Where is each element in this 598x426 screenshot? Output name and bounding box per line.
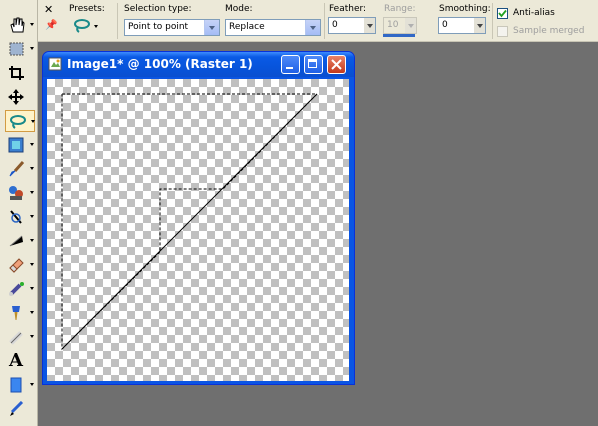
scratch-remover-tool[interactable] [5,206,35,228]
sample-merged-checkbox[interactable] [497,26,508,37]
close-icon [331,59,342,70]
clone-brush-tool[interactable] [5,182,35,204]
antialias-label: Anti-alias [513,8,555,18]
selection-icon [9,42,24,56]
sample-merged-label: Sample merged [513,26,585,36]
mode-value: Replace [229,22,265,32]
chevron-down-icon[interactable] [405,18,416,33]
image-canvas[interactable] [47,79,349,381]
magic-fill-icon [8,137,24,153]
paint-brush-icon [9,161,25,177]
crop-tool[interactable] [5,62,35,84]
presets-label: Presets: [69,4,105,14]
freehand-selection-icon [10,115,26,129]
selection-type-select[interactable]: Point to point [124,19,220,36]
retouch-icon [12,306,20,321]
text-icon: A [9,350,23,371]
selection-type-value: Point to point [128,22,189,32]
picture-tube-tool[interactable] [5,278,35,300]
dodge-tool[interactable] [5,230,35,252]
chevron-down-icon[interactable] [474,18,485,33]
move-tool[interactable] [5,86,35,108]
selection-type-label: Selection type: [124,4,192,14]
paint-brush-tool[interactable] [5,158,35,180]
freehand-selection-tool[interactable] [5,110,35,132]
pin-icon[interactable]: 📌 [45,20,57,31]
pan-icon [10,17,25,33]
chevron-down-icon[interactable] [305,20,320,35]
text-tool[interactable]: A [5,350,35,372]
preset-shape-tool[interactable] [5,374,35,396]
minimize-icon [286,67,293,69]
chevron-down-icon[interactable] [364,18,375,33]
close-button[interactable] [327,55,346,74]
scratch-remover-icon [10,210,22,224]
smoothing-field[interactable]: 0 [438,17,486,34]
diagonal-stroke [61,93,318,350]
chevron-down-icon [94,25,98,28]
presets-button[interactable] [73,18,101,36]
feather-label: Feather: [329,4,367,14]
clone-brush-icon [9,186,23,200]
close-palette-icon[interactable]: ✕ [44,3,53,16]
range-value: 10 [387,20,399,30]
pan-tool[interactable] [5,14,35,36]
antialias-checkbox[interactable] [497,8,508,19]
range-label: Range: [384,4,416,14]
smoothing-value: 0 [442,20,448,30]
dodge-icon [9,235,23,247]
pen-tool[interactable] [5,398,35,420]
smoothing-label: Smoothing: [439,4,491,14]
tools-palette: A [0,0,38,426]
selection-tool[interactable] [5,38,35,60]
range-slider[interactable] [383,34,415,37]
eraser-icon [9,258,24,273]
feather-field[interactable]: 0 [328,17,376,34]
canvas-overlay [61,93,319,351]
pen-icon [10,401,24,416]
image-window-titlebar[interactable]: Image1* @ 100% (Raster 1) [43,52,354,77]
chevron-down-icon[interactable] [204,20,219,35]
move-icon [8,89,24,105]
image-document-icon [48,57,62,71]
maximize-button[interactable] [304,55,323,74]
picture-tube-icon [9,282,24,296]
image-window-title: Image1* @ 100% (Raster 1) [67,57,253,71]
tool-options-bar: ✕ 📌 Presets: Selection type: Point to po… [38,0,598,42]
crop-icon [9,66,24,80]
magic-fill-tool[interactable] [5,134,35,156]
checkmark-icon [498,9,507,18]
lighten-tool[interactable] [5,326,35,348]
retouch-tool[interactable] [5,302,35,324]
mode-select[interactable]: Replace [225,19,321,36]
feather-value: 0 [332,20,338,30]
minimize-button[interactable] [281,55,300,74]
mode-label: Mode: [225,4,253,14]
lighten-icon [9,331,23,345]
maximize-icon [308,59,317,68]
preset-shape-icon [10,377,22,393]
eraser-tool[interactable] [5,254,35,276]
range-field[interactable]: 10 [383,17,417,34]
image-window: Image1* @ 100% (Raster 1) [42,51,355,385]
freehand-selection-icon [74,19,90,33]
